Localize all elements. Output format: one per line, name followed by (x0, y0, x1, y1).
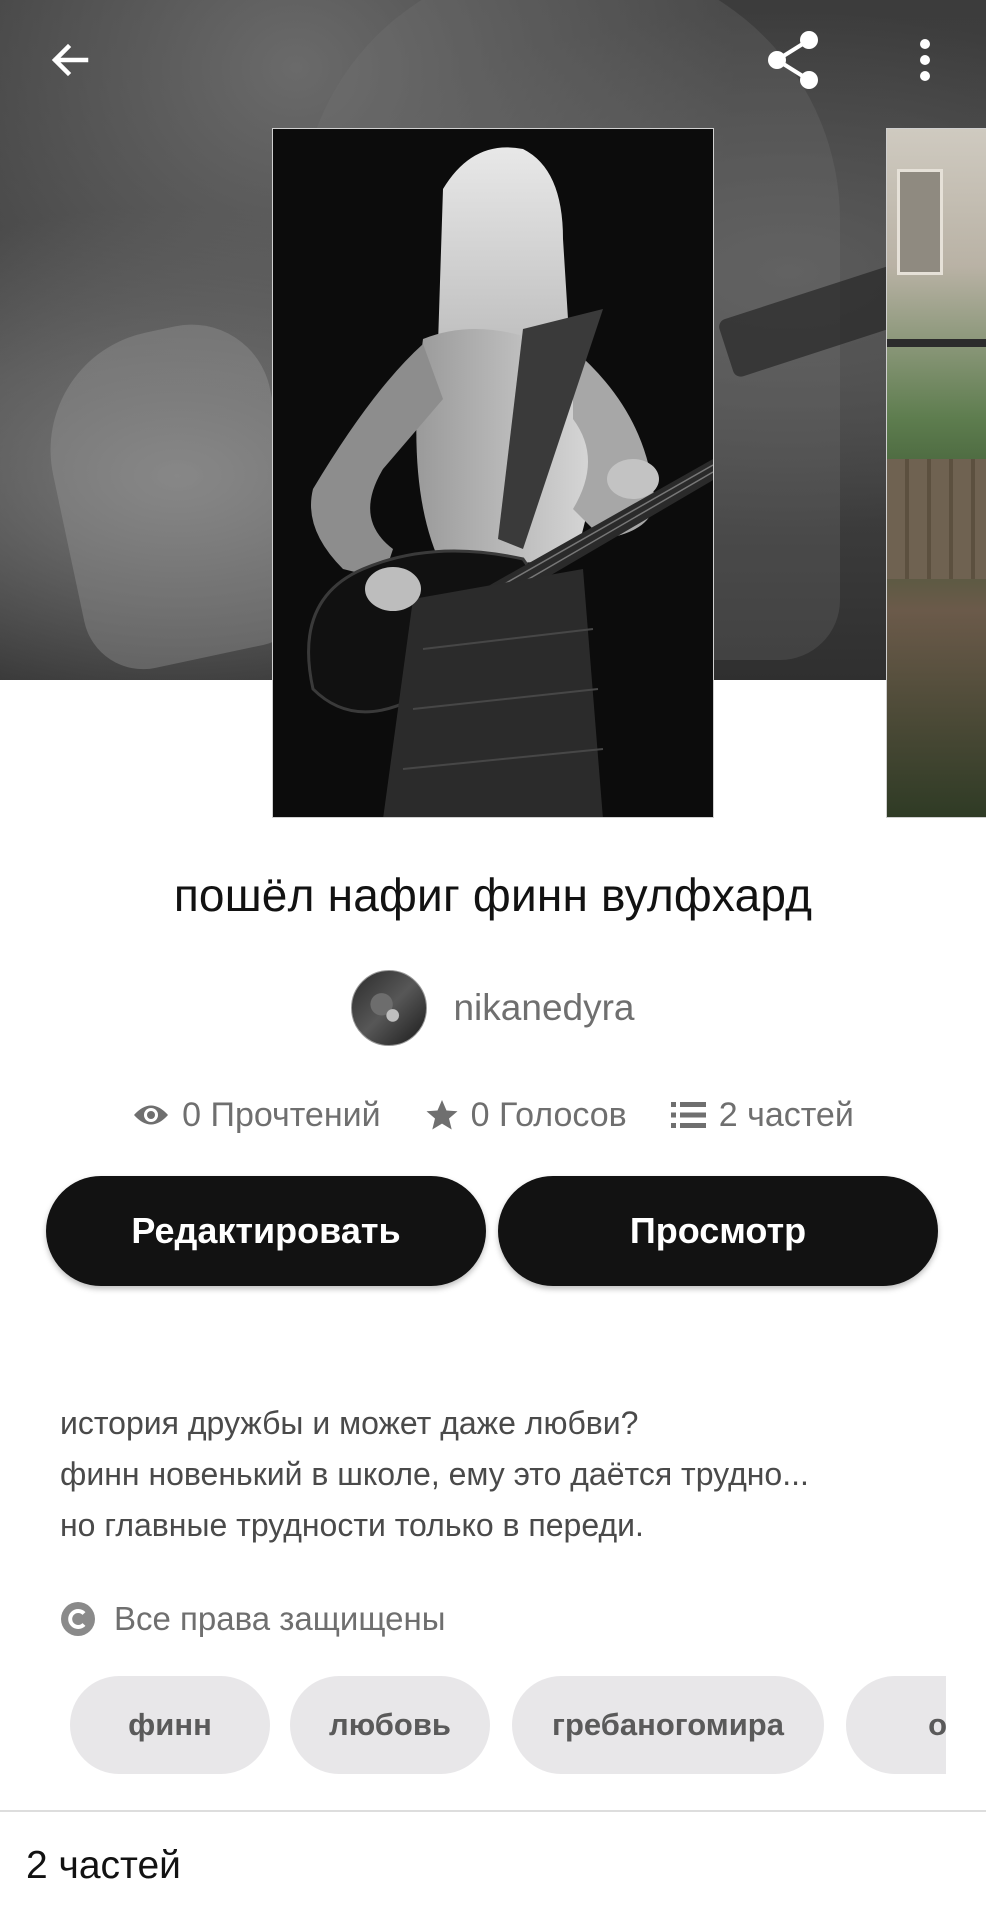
eye-icon (134, 1105, 169, 1125)
copyright-label: Все права защищены (114, 1600, 446, 1637)
star-icon (426, 1100, 458, 1130)
cover-artwork (273, 129, 713, 817)
story-description: история дружбы и может даже любви? финн … (60, 1398, 940, 1551)
arrow-left-icon (51, 43, 89, 77)
story-cover-image[interactable] (272, 128, 714, 818)
back-button[interactable] (30, 20, 110, 100)
share-button[interactable] (755, 20, 835, 100)
description-line: история дружбы и может даже любви? (60, 1405, 639, 1441)
edit-button[interactable]: Редактировать (46, 1176, 486, 1286)
section-divider (0, 1810, 986, 1812)
story-details-screen: пошёл нафиг финн вулфхард nikanedyra 0 П… (0, 0, 986, 1920)
author-row[interactable]: nikanedyra (0, 968, 986, 1048)
description-line: финн новенький в школе, ему это даётся т… (60, 1456, 809, 1492)
list-icon (670, 1102, 706, 1128)
author-name[interactable]: nikanedyra (453, 987, 634, 1029)
more-options-button[interactable] (885, 20, 965, 100)
copyright-icon (61, 1602, 95, 1636)
votes-stat: 0 Голосов (425, 1096, 627, 1135)
tag-chip[interactable]: финн (70, 1676, 270, 1774)
tag-chip[interactable]: ос (846, 1676, 946, 1774)
votes-count: 0 Голосов (470, 1095, 627, 1134)
share-icon (768, 31, 818, 89)
parts-count: 2 частей (718, 1095, 854, 1134)
description-line: но главные трудности только в переди. (60, 1507, 644, 1543)
reads-count: 0 Прочтений (182, 1095, 381, 1134)
more-vertical-icon (920, 39, 930, 81)
author-avatar[interactable] (351, 970, 428, 1046)
parts-section-heading: 2 частей (26, 1844, 181, 1887)
next-story-cover-image[interactable] (886, 128, 986, 818)
tag-chip[interactable]: любовь (290, 1676, 490, 1774)
parts-stat: 2 частей (670, 1095, 854, 1135)
tag-chip[interactable]: гребаногомира (512, 1676, 824, 1774)
action-buttons: Редактировать Просмотр (46, 1176, 940, 1286)
top-bar (0, 0, 986, 120)
story-title: пошёл нафиг финн вулфхард (173, 869, 813, 921)
story-stats: 0 Прочтений 0 Голосов 2 частей (0, 1085, 986, 1145)
preview-button[interactable]: Просмотр (498, 1176, 938, 1286)
tag-list: финн любовь гребаногомира ос (70, 1676, 946, 1776)
reads-stat: 0 Прочтений (132, 1095, 381, 1135)
copyright-row: Все права защищены (60, 1600, 445, 1638)
